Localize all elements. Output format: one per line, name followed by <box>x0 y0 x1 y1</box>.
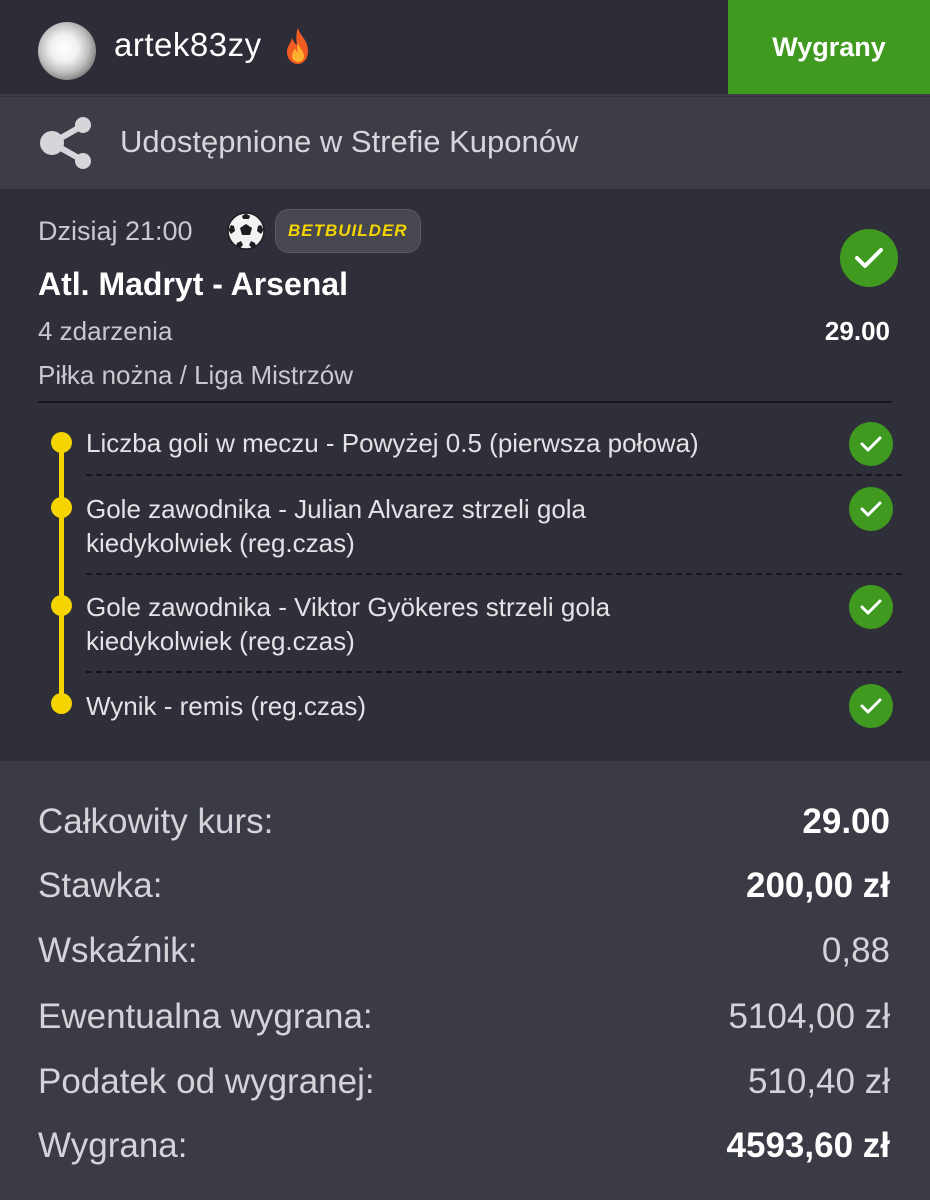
selection-text: Gole zawodnika - Viktor Gyökeres strzeli… <box>86 592 611 622</box>
check-icon <box>860 698 882 714</box>
selection-text: Gole zawodnika - Julian Alvarez strzeli … <box>86 494 587 524</box>
total-odds-value: 29.00 <box>802 802 890 841</box>
selection-won-check <box>849 422 893 466</box>
selection-won-check <box>849 585 893 629</box>
shared-text: Udostępnione w Strefie Kuponów <box>120 124 579 159</box>
timeline-dot <box>51 497 72 518</box>
selection-text: Liczba goli w meczu - Powyżej 0.5 (pierw… <box>86 428 699 458</box>
selection-text: Wynik - remis (reg.czas) <box>86 691 367 721</box>
selection-text-continued: kiedykolwiek (reg.czas) <box>86 528 355 558</box>
selection-won-check <box>849 684 893 728</box>
selection-item: Wynik - remis (reg.czas) <box>86 689 366 723</box>
selection-item: Liczba goli w meczu - Powyżej 0.5 (pierw… <box>86 426 699 460</box>
won-status-button[interactable]: Wygrany <box>728 0 930 94</box>
avatar[interactable] <box>38 22 96 80</box>
event-won-check <box>840 229 898 287</box>
league-label: Piłka nożna / Liga Mistrzów <box>38 360 354 390</box>
selection-timeline <box>59 441 64 704</box>
potential-win-label: Ewentualna wygrana: <box>38 997 373 1036</box>
event-odds: 29.00 <box>824 316 890 346</box>
tax-label: Podatek od wygranej: <box>38 1062 375 1101</box>
selection-item: Gole zawodnika - Viktor Gyökeres strzeli… <box>86 590 610 658</box>
events-count: 4 zdarzenia <box>38 316 173 346</box>
selection-divider <box>86 573 902 575</box>
timeline-dot <box>51 432 72 453</box>
selection-item: Gole zawodnika - Julian Alvarez strzeli … <box>86 492 586 560</box>
win-label: Wygrana: <box>38 1126 188 1165</box>
betbuilder-badge: BETBUILDER <box>275 209 421 253</box>
username[interactable]: artek83zy <box>114 26 262 64</box>
check-icon <box>860 436 882 452</box>
timeline-dot <box>51 693 72 714</box>
divider <box>38 401 892 403</box>
event-time: Dzisiaj 21:00 <box>38 216 193 246</box>
selection-text-continued: kiedykolwiek (reg.czas) <box>86 626 355 656</box>
selection-won-check <box>849 487 893 531</box>
selection-divider <box>86 474 902 476</box>
match-title[interactable]: Atl. Madryt - Arsenal <box>38 266 348 303</box>
check-icon <box>860 501 882 517</box>
stake-value: 200,00 zł <box>746 866 890 905</box>
factor-label: Wskaźnik: <box>38 931 198 970</box>
selection-divider <box>86 671 902 673</box>
share-icon <box>40 117 91 169</box>
check-icon <box>855 248 883 268</box>
total-odds-label: Całkowity kurs: <box>38 802 274 841</box>
stake-label: Stawka: <box>38 866 163 905</box>
tax-value: 510,40 zł <box>747 1062 890 1101</box>
check-icon <box>860 599 882 615</box>
win-value: 4593,60 zł <box>726 1126 890 1165</box>
factor-value: 0,88 <box>821 931 890 970</box>
fire-icon <box>287 28 308 64</box>
potential-win-value: 5104,00 zł <box>728 997 890 1036</box>
coupon-header: artek83zy Wygrany <box>0 0 930 96</box>
soccer-ball-icon <box>227 212 265 250</box>
timeline-dot <box>51 595 72 616</box>
